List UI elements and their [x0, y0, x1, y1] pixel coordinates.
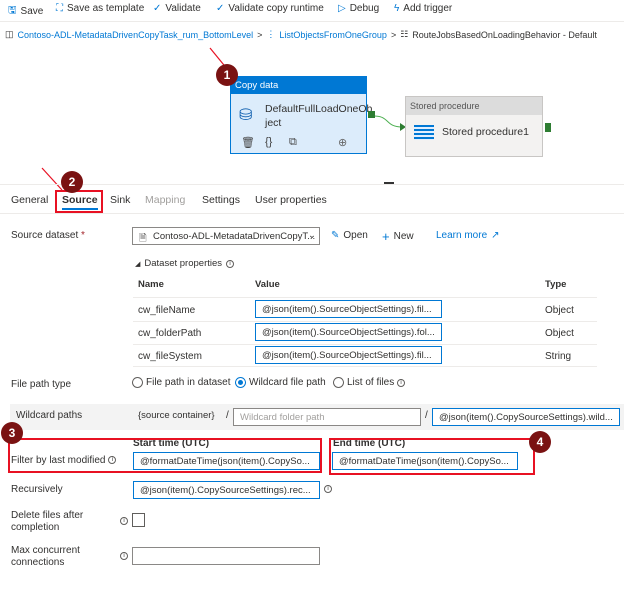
source-container-text: {source container}	[138, 410, 215, 421]
add-output-icon[interactable]: ⊕	[338, 136, 347, 149]
info-icon: i	[226, 259, 235, 268]
column-header-value: Value	[255, 279, 280, 290]
recursively-input[interactable]: @json(item().CopySourceSettings).rec...	[133, 481, 320, 499]
info-icon: i	[120, 517, 128, 526]
recursively-label: Recursively	[11, 484, 63, 495]
stored-procedure-icon	[414, 125, 434, 140]
column-header-name: Name	[138, 279, 164, 290]
plus-icon: +	[382, 229, 390, 244]
property-name: cw_fileSystem	[138, 351, 202, 362]
chevron-down-icon: ⌄	[308, 230, 316, 241]
radio-wildcard-file-path[interactable]: Wildcard file path	[235, 377, 326, 388]
property-type: Object	[545, 305, 574, 316]
radio-list-of-files[interactable]: List of files i	[333, 377, 406, 388]
delete-files-label: Delete files after completion	[11, 510, 84, 533]
wildcard-file-name-input[interactable]: @json(item().CopySourceSettings).wild...	[432, 408, 620, 426]
database-icon: ⛁	[239, 107, 253, 124]
column-header-type: Type	[545, 279, 567, 290]
pencil-icon: ✎	[331, 230, 340, 241]
new-button[interactable]: + New	[382, 229, 414, 244]
delete-icon[interactable]: 🗑	[241, 136, 255, 149]
property-value-input[interactable]: @json(item().SourceObjectSettings).fil..…	[255, 346, 442, 364]
info-icon: i	[324, 485, 332, 494]
annotation-badge: 4	[529, 431, 551, 453]
annotation-badge: 3	[1, 422, 23, 444]
file-path-type-label: File path type	[11, 379, 72, 390]
annotation-box	[55, 190, 103, 213]
tab-mapping[interactable]: Mapping	[145, 194, 185, 206]
source-dataset-select[interactable]: 🗎 Contoso-ADL-MetadataDrivenCopyT... ⌄	[132, 227, 320, 245]
activity-name: DefaultFullLoadOneOb ject	[265, 103, 373, 129]
property-value-input[interactable]: @json(item().SourceObjectSettings).fol..…	[255, 323, 442, 341]
annotation-box	[8, 438, 322, 473]
annotation-badge: 2	[61, 171, 83, 193]
property-value-input[interactable]: @json(item().SourceObjectSettings).fil..…	[255, 300, 442, 318]
path-separator: /	[425, 410, 428, 421]
tab-settings[interactable]: Settings	[202, 194, 240, 206]
activity-header: Copy data	[231, 77, 366, 94]
external-link-icon: ↗	[491, 230, 500, 241]
tab-user-properties[interactable]: User properties	[255, 194, 327, 206]
property-name: cw_folderPath	[138, 328, 202, 339]
triangle-icon: ◢	[135, 260, 141, 268]
copy-data-activity[interactable]: Copy data ⛁ DefaultFullLoadOneOb ject 🗑 {…	[230, 76, 372, 154]
wildcard-paths-label: Wildcard paths	[16, 410, 83, 421]
radio-file-path-in-dataset[interactable]: File path in dataset	[132, 377, 231, 388]
tab-general[interactable]: General	[11, 194, 48, 206]
path-separator: /	[226, 410, 229, 421]
success-output-handle[interactable]	[368, 111, 375, 118]
activity-name: Stored procedure1	[442, 126, 529, 138]
info-icon: i	[397, 378, 406, 387]
tab-sink[interactable]: Sink	[110, 194, 130, 206]
max-concurrent-input[interactable]	[132, 547, 320, 565]
stored-procedure-activity[interactable]: Stored procedure Stored procedure1	[405, 96, 543, 157]
property-type: Object	[545, 328, 574, 339]
open-button[interactable]: ✎ Open	[331, 230, 368, 241]
property-type: String	[545, 351, 572, 362]
annotation-badge: 1	[216, 64, 238, 86]
info-icon: i	[120, 552, 128, 561]
output-handle[interactable]	[545, 123, 551, 132]
max-concurrent-label: Max concurrent connections	[11, 545, 80, 568]
source-dataset-label: Source dataset *	[11, 230, 85, 241]
learn-more-link[interactable]: Learn more ↗	[436, 230, 500, 241]
annotation-box	[329, 438, 535, 475]
delete-files-checkbox[interactable]	[132, 513, 145, 527]
wildcard-folder-path-input[interactable]: Wildcard folder path	[233, 408, 421, 426]
activity-header: Stored procedure	[406, 97, 542, 115]
copy-icon[interactable]: ⧉	[289, 136, 297, 149]
property-name: cw_fileName	[138, 305, 196, 316]
dataset-properties-toggle[interactable]: ◢ Dataset properties i	[135, 258, 235, 269]
code-icon[interactable]: {}	[265, 136, 272, 148]
dataset-icon: 🗎	[139, 233, 147, 244]
